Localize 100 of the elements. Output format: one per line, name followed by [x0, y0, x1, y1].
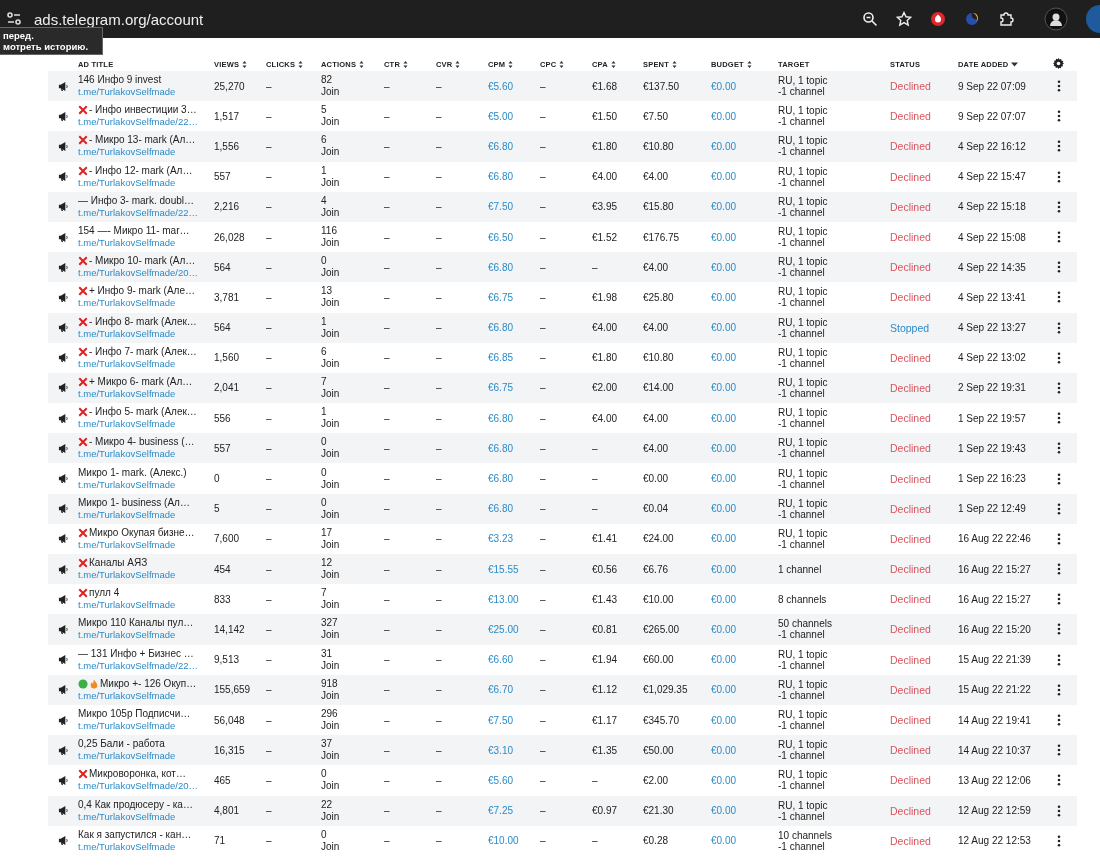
channel-link[interactable]: t.me/TurlakovSelfmade	[78, 689, 214, 702]
channel-link[interactable]: t.me/TurlakovSelfmade	[78, 297, 214, 310]
more-menu-icon[interactable]	[1056, 744, 1061, 757]
more-menu-icon[interactable]	[1056, 170, 1061, 183]
more-menu-icon[interactable]	[1056, 502, 1061, 515]
more-menu-icon[interactable]	[1056, 653, 1061, 666]
sort-icon[interactable]	[746, 61, 752, 68]
budget-link[interactable]: €0.00	[711, 744, 737, 756]
channel-link[interactable]: t.me/TurlakovSelfmade	[78, 418, 214, 431]
more-menu-icon[interactable]	[1056, 321, 1061, 334]
budget-link[interactable]: €0.00	[711, 473, 737, 485]
address-text[interactable]: ads.telegram.org/account	[34, 10, 204, 28]
budget-link[interactable]: €0.00	[711, 623, 737, 635]
budget-link[interactable]: €0.00	[711, 231, 737, 243]
more-menu-icon[interactable]	[1056, 714, 1061, 727]
channel-link[interactable]: t.me/TurlakovSelfmade	[78, 629, 214, 642]
more-menu-icon[interactable]	[1056, 804, 1061, 817]
sort-icon[interactable]	[672, 61, 677, 68]
budget-link[interactable]: €0.00	[711, 291, 737, 303]
budget-link[interactable]: €0.00	[711, 352, 737, 364]
budget-link[interactable]: €0.00	[711, 412, 737, 424]
more-menu-icon[interactable]	[1056, 442, 1061, 455]
channel-link[interactable]: t.me/TurlakovSelfmade	[78, 448, 214, 461]
budget-link[interactable]: €0.00	[711, 140, 737, 152]
budget-link[interactable]: €0.00	[711, 110, 737, 122]
budget-link[interactable]: €0.00	[711, 442, 737, 454]
settings-icon[interactable]	[1053, 58, 1064, 69]
channel-link[interactable]: t.me/TurlakovSelfmade	[78, 176, 214, 189]
more-menu-icon[interactable]	[1056, 261, 1061, 274]
more-menu-icon[interactable]	[1056, 80, 1061, 93]
budget-link[interactable]: €0.00	[711, 654, 737, 666]
channel-link[interactable]: t.me/TurlakovSelfmade	[78, 86, 214, 99]
budget-link[interactable]: €0.00	[711, 171, 737, 183]
channel-link[interactable]: t.me/TurlakovSelfmade	[78, 538, 214, 551]
sort-icon[interactable]	[403, 61, 408, 68]
sort-icon[interactable]	[508, 61, 514, 68]
more-menu-icon[interactable]	[1056, 110, 1061, 123]
avatar-icon[interactable]	[1044, 7, 1068, 31]
channel-link[interactable]: t.me/TurlakovSelfmade/20…	[78, 780, 214, 793]
budget-link[interactable]: €0.00	[711, 533, 737, 545]
channel-link[interactable]: t.me/TurlakovSelfmade/22…	[78, 206, 214, 219]
ad-title: + Микро 6- mark (Ал…	[89, 375, 193, 388]
sort-icon[interactable]	[455, 61, 461, 68]
channel-link[interactable]: t.me/TurlakovSelfmade/20…	[78, 267, 214, 280]
budget-link[interactable]: €0.00	[711, 382, 737, 394]
more-menu-icon[interactable]	[1056, 834, 1061, 847]
more-menu-icon[interactable]	[1056, 563, 1061, 576]
channel-link[interactable]: t.me/TurlakovSelfmade	[78, 840, 214, 853]
budget-link[interactable]: €0.00	[711, 774, 737, 786]
channel-link[interactable]: t.me/TurlakovSelfmade	[78, 810, 214, 823]
table-cell: –	[436, 231, 442, 243]
channel-link[interactable]: t.me/TurlakovSelfmade/22…	[78, 116, 214, 129]
budget-link[interactable]: €0.00	[711, 593, 737, 605]
more-menu-icon[interactable]	[1056, 200, 1061, 213]
budget-link[interactable]: €0.00	[711, 714, 737, 726]
budget-link[interactable]: €0.00	[711, 835, 737, 847]
sort-icon[interactable]	[359, 61, 365, 68]
channel-link[interactable]: t.me/TurlakovSelfmade	[78, 237, 214, 250]
more-menu-icon[interactable]	[1056, 593, 1061, 606]
more-menu-icon[interactable]	[1056, 412, 1061, 425]
more-menu-icon[interactable]	[1056, 351, 1061, 364]
channel-link[interactable]: t.me/TurlakovSelfmade	[78, 599, 214, 612]
channel-link[interactable]: t.me/TurlakovSelfmade	[78, 478, 214, 491]
puzzle-icon[interactable]	[998, 11, 1014, 27]
more-menu-icon[interactable]	[1056, 683, 1061, 696]
budget-link[interactable]: €0.00	[711, 684, 737, 696]
more-menu-icon[interactable]	[1056, 140, 1061, 153]
more-menu-icon[interactable]	[1056, 532, 1061, 545]
channel-link[interactable]: t.me/TurlakovSelfmade	[78, 357, 214, 370]
channel-link[interactable]: t.me/TurlakovSelfmade	[78, 720, 214, 733]
channel-link[interactable]: t.me/TurlakovSelfmade/22…	[78, 659, 214, 672]
more-menu-icon[interactable]	[1056, 623, 1061, 636]
budget-link[interactable]: €0.00	[711, 201, 737, 213]
budget-link[interactable]: €0.00	[711, 563, 737, 575]
channel-link[interactable]: t.me/TurlakovSelfmade	[78, 146, 214, 159]
crescent-icon[interactable]	[964, 11, 980, 27]
sort-descending-icon[interactable]	[1011, 62, 1019, 67]
site-info-icon[interactable]	[6, 11, 22, 27]
more-menu-icon[interactable]	[1056, 291, 1061, 304]
budget-link[interactable]: €0.00	[711, 322, 737, 334]
budget-link[interactable]: €0.00	[711, 261, 737, 273]
budget-link[interactable]: €0.00	[711, 805, 737, 817]
channel-link[interactable]: t.me/TurlakovSelfmade	[78, 327, 214, 340]
more-menu-icon[interactable]	[1056, 774, 1061, 787]
sort-icon[interactable]	[298, 61, 304, 68]
channel-link[interactable]: t.me/TurlakovSelfmade	[78, 569, 214, 582]
shield-icon[interactable]	[930, 11, 946, 27]
channel-link[interactable]: t.me/TurlakovSelfmade	[78, 387, 214, 400]
sort-icon[interactable]	[242, 61, 248, 68]
sort-icon[interactable]	[559, 61, 565, 68]
star-icon[interactable]	[896, 11, 912, 27]
more-menu-icon[interactable]	[1056, 231, 1061, 244]
sort-icon[interactable]	[610, 61, 616, 68]
more-menu-icon[interactable]	[1056, 381, 1061, 394]
channel-link[interactable]: t.me/TurlakovSelfmade	[78, 508, 214, 521]
more-menu-icon[interactable]	[1056, 472, 1061, 485]
zoom-icon[interactable]	[862, 11, 878, 27]
budget-link[interactable]: €0.00	[711, 80, 737, 92]
budget-link[interactable]: €0.00	[711, 503, 737, 515]
channel-link[interactable]: t.me/TurlakovSelfmade	[78, 750, 214, 763]
